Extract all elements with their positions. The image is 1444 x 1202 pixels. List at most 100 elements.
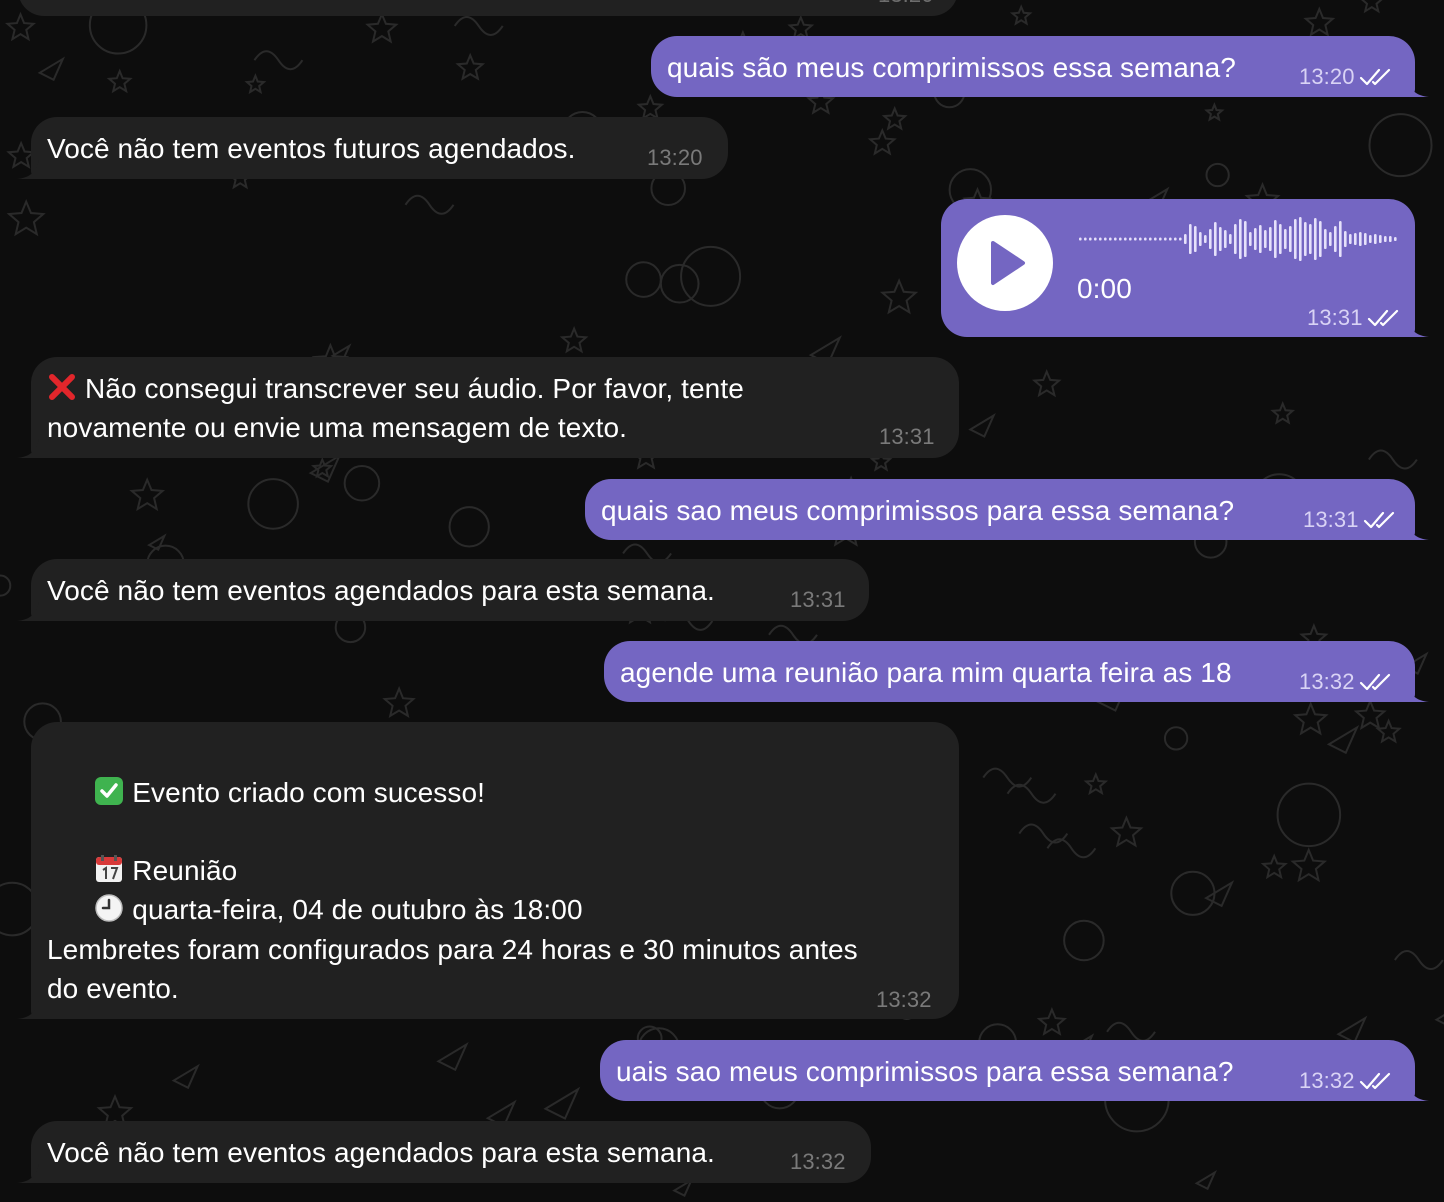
- waveform-bar: [1299, 217, 1302, 261]
- message-outgoing[interactable]: uais sao meus comprimissos para essa sem…: [600, 1040, 1415, 1101]
- message-text: quais sao meus comprimissos para essa se…: [601, 495, 1235, 526]
- waveform-bar: [1324, 229, 1327, 249]
- message-incoming[interactable]: Você não tem eventos futuros agendados. …: [31, 117, 728, 179]
- doodle-shape: [982, 767, 1033, 788]
- message-time: 13:31: [790, 587, 846, 612]
- waveform[interactable]: [1077, 213, 1399, 265]
- waveform-bar: [1344, 231, 1347, 247]
- voice-message[interactable]: 0:00 13:31: [941, 199, 1415, 337]
- doodle-shape: [1204, 102, 1225, 122]
- doodle-shape: [1353, 698, 1387, 731]
- doodle-shape: [1063, 919, 1105, 962]
- waveform-bar: [1089, 237, 1092, 241]
- bubble-tail: [17, 602, 39, 621]
- doodle-shape: [448, 506, 490, 548]
- doodle-shape: [310, 456, 334, 479]
- doodle-shape: [1194, 1169, 1218, 1191]
- waveform-bar: [1334, 226, 1337, 252]
- message-text: Você não tem eventos agendados para esta…: [47, 1137, 715, 1168]
- doodle-shape: [1083, 771, 1109, 796]
- message-outgoing[interactable]: quais são meus comprimissos essa semana?…: [651, 36, 1415, 97]
- bubble-tail: [17, 160, 39, 179]
- waveform-bar: [1269, 227, 1272, 251]
- message-time: 13:20: [1299, 64, 1355, 89]
- doodle-shape: [1260, 853, 1288, 880]
- waveform-bar: [1369, 235, 1372, 243]
- doodle-shape: [1036, 1007, 1068, 1036]
- message-outgoing[interactable]: agende uma reunião para mim quarta feira…: [604, 641, 1415, 702]
- doodle-shape: [308, 453, 342, 484]
- waveform-bar: [1384, 236, 1387, 242]
- doodle-shape: [1326, 724, 1360, 755]
- doodle-shape: [343, 464, 381, 502]
- doodle-shape: [968, 413, 996, 438]
- message-meta: 13:20: [1299, 64, 1393, 90]
- message-text: quais são meus comprimissos essa semana?: [667, 52, 1236, 83]
- doodle-shape: [867, 127, 897, 156]
- waveform-bar: [1379, 235, 1382, 243]
- doodle-shape: [1394, 950, 1444, 971]
- chat-view[interactable]: 13:20 quais são meus comprimissos essa s…: [0, 0, 1444, 1202]
- waveform-bar: [1194, 226, 1197, 252]
- doodle-shape: [6, 198, 46, 237]
- waveform-bar: [1229, 234, 1232, 244]
- bubble-tail: [1407, 521, 1429, 540]
- doodle-shape: [404, 194, 455, 215]
- check-mark-button-emoji: [95, 777, 124, 805]
- message-time: 13:32: [790, 1149, 846, 1174]
- event-datetime: quarta-feira, 04 de outubro às 18:00: [132, 894, 583, 925]
- message-partial-top: 13:20: [18, 0, 958, 16]
- doodle-shape: [1368, 113, 1433, 178]
- waveform-bar: [1094, 237, 1097, 241]
- waveform-bar: [1164, 237, 1167, 241]
- message-incoming[interactable]: Você não tem eventos agendados para esta…: [31, 559, 869, 621]
- doodle-shape: [1205, 162, 1230, 188]
- doodle-shape: [247, 478, 299, 530]
- waveform-bar: [1224, 230, 1227, 248]
- message-time: 13:31: [1307, 305, 1363, 330]
- waveform-bar: [1339, 221, 1342, 257]
- waveform-bar: [1219, 227, 1222, 251]
- doodle-shape: [455, 52, 486, 81]
- bubble-tail: [1407, 318, 1429, 337]
- doodle-shape: [879, 278, 919, 315]
- waveform-bar: [1239, 219, 1242, 259]
- doodle-shape: [1163, 726, 1189, 751]
- waveform-bar: [1359, 232, 1362, 246]
- play-button[interactable]: [957, 215, 1053, 311]
- doodle-shape: [1375, 718, 1402, 744]
- waveform-bar: [1209, 229, 1212, 249]
- doodle-shape: [881, 105, 908, 131]
- waveform-bar: [1234, 224, 1237, 254]
- reminder-line: do evento.: [47, 973, 179, 1004]
- message-text: Não consegui transcrever seu áudio. Por …: [47, 369, 744, 408]
- doodle-shape: [253, 50, 304, 71]
- waveform-bar: [1139, 237, 1142, 241]
- doodle-shape: [382, 685, 416, 719]
- waveform-bar: [1264, 230, 1267, 248]
- double-check-icon: [1359, 1072, 1390, 1090]
- waveform-bar: [1204, 235, 1207, 243]
- message-incoming[interactable]: Você não tem eventos agendados para esta…: [31, 1121, 871, 1183]
- doodle-shape: [147, 533, 167, 552]
- event-created-message[interactable]: Evento criado com sucesso! Reunião quart…: [31, 722, 959, 1019]
- message-meta: 13:31: [1307, 305, 1401, 331]
- voice-duration: 0:00: [1077, 273, 1132, 304]
- doodle-shape: [1361, 0, 1383, 14]
- waveform-bar: [1364, 233, 1367, 245]
- reminder-line: Lembretes foram configurados para 24 hor…: [47, 934, 858, 965]
- waveform-bar: [1174, 237, 1177, 241]
- waveform-bar: [1304, 222, 1307, 256]
- doodle-shape: [636, 93, 665, 121]
- waveform-bar: [1179, 237, 1182, 241]
- waveform-bar: [1394, 237, 1397, 241]
- doodle-shape: [436, 1041, 469, 1072]
- waveform-bar: [1274, 220, 1277, 258]
- message-meta: 13:31: [1303, 507, 1397, 533]
- message-incoming[interactable]: Não consegui transcrever seu áudio. Por …: [31, 357, 959, 458]
- waveform-bar: [1189, 224, 1192, 254]
- waveform-bar: [1389, 236, 1392, 242]
- message-outgoing[interactable]: quais sao meus comprimissos para essa se…: [585, 479, 1415, 540]
- doodle-shape: [365, 11, 399, 44]
- doodle-shape: [37, 56, 66, 82]
